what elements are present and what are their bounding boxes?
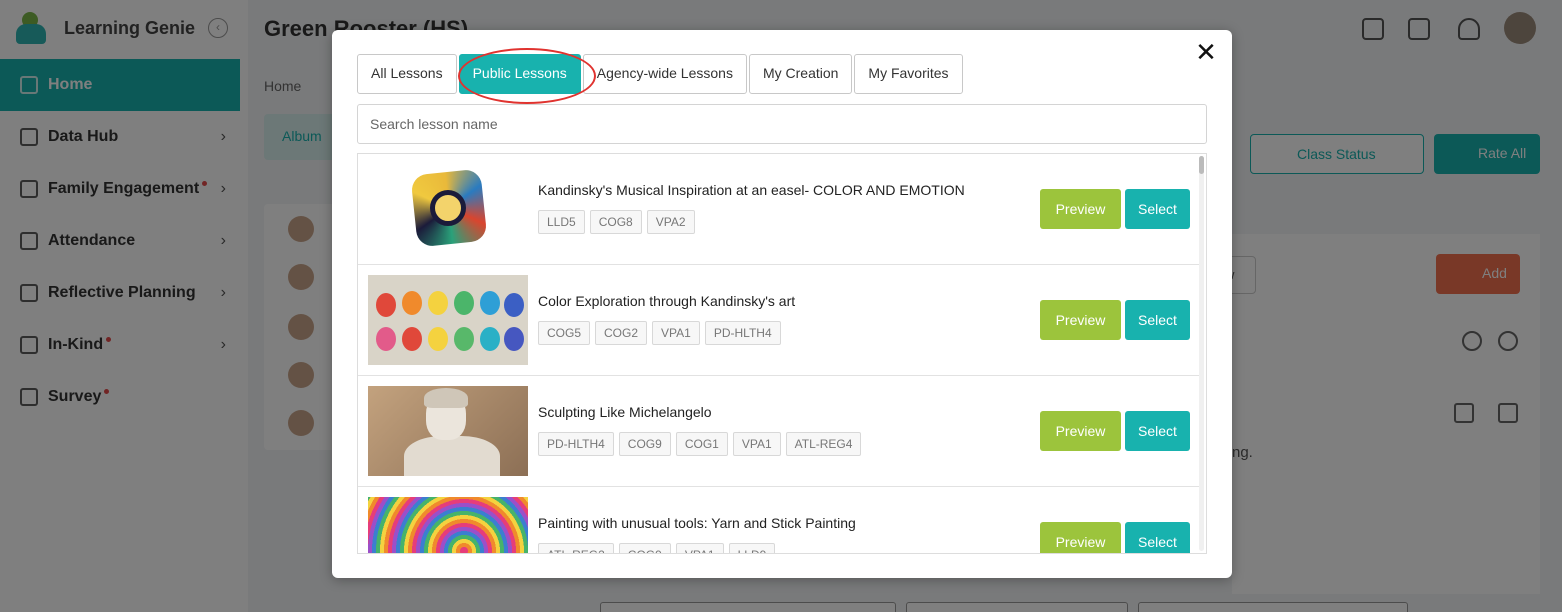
standard-tag: COG8 <box>589 210 642 234</box>
tab-all-lessons[interactable]: All Lessons <box>357 54 457 94</box>
standard-tag: ATL-REG4 <box>785 432 862 456</box>
lesson-tags: PD-HLTH4 COG9 COG1 VPA1 ATL-REG4 <box>538 432 862 456</box>
david-statue-thumbnail <box>368 386 528 476</box>
lesson-item: Kandinsky's Musical Inspiration at an ea… <box>358 154 1200 265</box>
standard-tag: VPA1 <box>675 543 724 553</box>
lesson-item: Color Exploration through Kandinsky's ar… <box>358 265 1200 376</box>
preview-button[interactable]: Preview <box>1040 411 1121 451</box>
close-icon[interactable]: ✕ <box>1194 40 1218 66</box>
tab-agency-wide-lessons[interactable]: Agency-wide Lessons <box>582 54 747 94</box>
painted-eggs-thumbnail <box>368 275 528 365</box>
standard-tag: VPA2 <box>646 210 695 234</box>
standard-tag: ATL-REG2 <box>538 543 614 553</box>
tab-public-lessons[interactable]: Public Lessons <box>458 54 581 94</box>
lesson-tags: LLD5 COG8 VPA2 <box>538 210 695 234</box>
kandinsky-art-thumbnail <box>368 164 528 254</box>
standard-tag: COG1 <box>675 432 728 456</box>
lesson-title: Painting with unusual tools: Yarn and St… <box>538 515 856 531</box>
select-button[interactable]: Select <box>1125 522 1190 553</box>
tab-my-creation[interactable]: My Creation <box>748 54 853 94</box>
standard-tag: VPA1 <box>652 321 700 345</box>
yarn-painting-thumbnail <box>368 497 528 553</box>
select-button[interactable]: Select <box>1125 300 1190 340</box>
lesson-item: Sculpting Like Michelangelo PD-HLTH4 COG… <box>358 376 1200 487</box>
preview-button[interactable]: Preview <box>1040 300 1121 340</box>
lesson-item: Painting with unusual tools: Yarn and St… <box>358 487 1200 553</box>
standard-tag: PD-HLTH4 <box>704 321 781 345</box>
lesson-tabs: All Lessons Public Lessons Agency-wide L… <box>357 54 963 94</box>
lesson-title: Kandinsky's Musical Inspiration at an ea… <box>538 182 965 198</box>
standard-tag: COG9 <box>618 543 671 553</box>
standard-tag: COG9 <box>618 432 671 456</box>
standard-tag: COG2 <box>595 321 648 345</box>
preview-button[interactable]: Preview <box>1040 189 1121 229</box>
scroll-thumb[interactable] <box>1199 156 1204 174</box>
tab-my-favorites[interactable]: My Favorites <box>854 54 963 94</box>
lesson-title: Sculpting Like Michelangelo <box>538 404 712 420</box>
standard-tag: LLD5 <box>538 210 585 234</box>
select-button[interactable]: Select <box>1125 411 1190 451</box>
standard-tag: PD-HLTH4 <box>538 432 614 456</box>
preview-button[interactable]: Preview <box>1040 522 1121 553</box>
lesson-tags: ATL-REG2 COG9 VPA1 LLD9 <box>538 543 776 553</box>
standard-tag: COG5 <box>538 321 591 345</box>
lesson-title: Color Exploration through Kandinsky's ar… <box>538 293 796 309</box>
select-button[interactable]: Select <box>1125 189 1190 229</box>
lesson-picker-modal: ✕ All Lessons Public Lessons Agency-wide… <box>332 30 1232 578</box>
lesson-list: Kandinsky's Musical Inspiration at an ea… <box>357 153 1207 554</box>
lesson-tags: COG5 COG2 VPA1 PD-HLTH4 <box>538 321 781 345</box>
search-lesson-input[interactable] <box>357 104 1207 144</box>
standard-tag: LLD9 <box>728 543 776 553</box>
standard-tag: VPA1 <box>732 432 781 456</box>
scrollbar[interactable] <box>1199 156 1204 551</box>
